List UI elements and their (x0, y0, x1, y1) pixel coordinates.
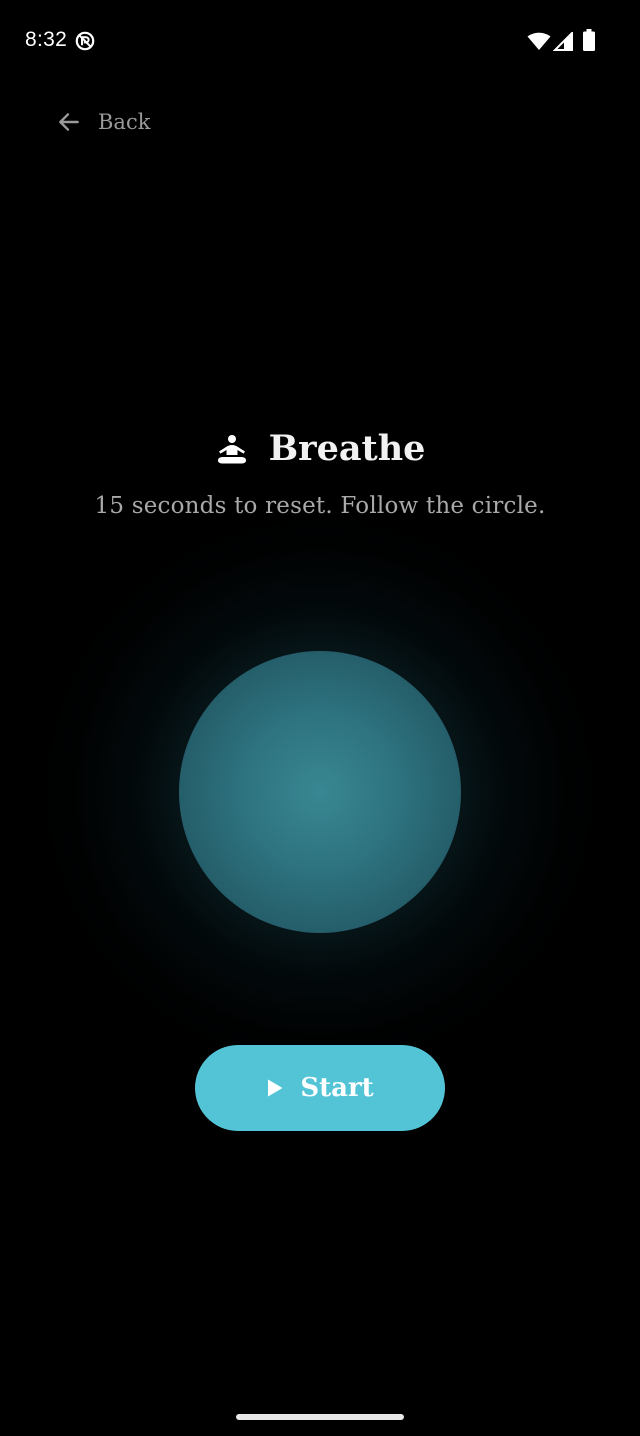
back-label: Back (98, 110, 151, 134)
arrow-left-icon (59, 113, 79, 131)
battery-icon (583, 29, 595, 51)
play-icon (268, 1079, 283, 1097)
back-button[interactable]: Back (56, 102, 150, 142)
page-title: Breathe (268, 428, 426, 469)
start-label: Start (300, 1073, 374, 1103)
meditation-icon (217, 434, 246, 463)
status-bar: 8:32 (0, 0, 640, 84)
home-indicator[interactable] (236, 1414, 404, 1420)
signal-icon (553, 32, 573, 51)
status-time: 8:32 (25, 28, 68, 51)
do-not-disturb-icon (75, 31, 95, 51)
start-button[interactable]: Start (195, 1045, 445, 1131)
wifi-icon (527, 32, 551, 50)
title-row: Breathe (0, 428, 640, 469)
breathing-circle (179, 651, 461, 933)
